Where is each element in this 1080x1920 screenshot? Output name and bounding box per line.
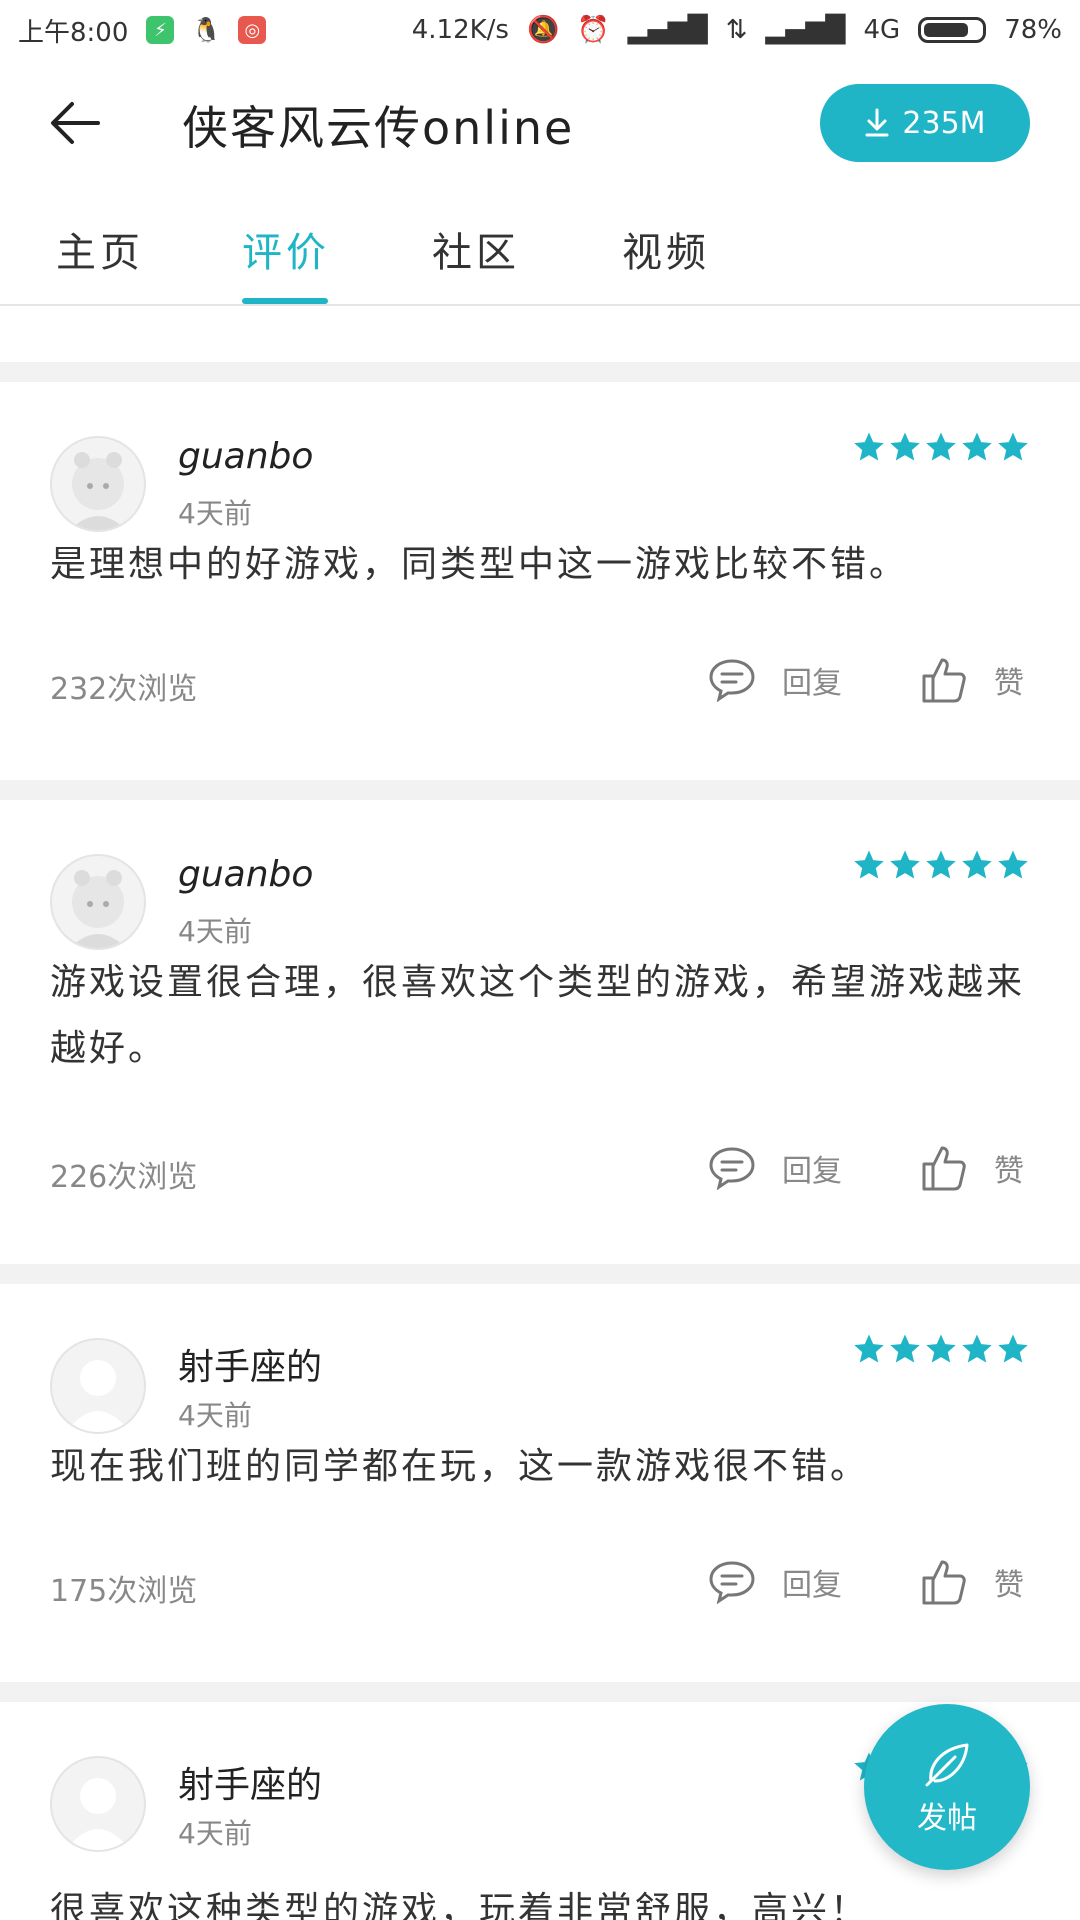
new-post-label: 发帖 (917, 1801, 977, 1836)
page-title: 侠客风云传online (182, 101, 575, 155)
review-username[interactable]: 射手座的 (178, 1338, 322, 1390)
battery-saver-app-icon: ⚡ (146, 16, 175, 44)
new-post-button[interactable]: 发帖 (864, 1704, 1030, 1870)
back-arrow-icon[interactable] (48, 98, 104, 148)
avatar[interactable] (50, 1338, 146, 1434)
battery-icon (918, 17, 987, 43)
star-icon (854, 1334, 884, 1363)
tab-home[interactable]: 主页 (56, 220, 144, 278)
divider (0, 362, 1080, 382)
star-icon (962, 432, 992, 461)
divider (0, 1682, 1080, 1702)
status-time: 上午8:00 (18, 17, 129, 48)
review-content[interactable]: 是理想中的好游戏，同类型中这一游戏比较不错。 (50, 532, 1030, 598)
star-icon (998, 1334, 1028, 1363)
reply-button[interactable]: 回复 (708, 1560, 842, 1604)
divider (0, 780, 1080, 800)
star-rating (852, 848, 1030, 882)
review-content[interactable]: 游戏设置很合理，很喜欢这个类型的游戏，希望游戏越来越好。 (50, 950, 1030, 1082)
download-button[interactable]: 235M (820, 84, 1030, 162)
thumbs-up-icon (922, 658, 966, 703)
view-count: 232次浏览 (50, 672, 198, 707)
reply-button[interactable]: 回复 (708, 1146, 842, 1190)
star-rating (852, 430, 1030, 464)
comment-icon (709, 659, 755, 702)
view-count: 175次浏览 (50, 1574, 198, 1609)
qq-app-icon: 🐧 (191, 16, 222, 44)
review-username[interactable]: 射手座的 (178, 1756, 322, 1808)
download-size: 235M (902, 105, 986, 141)
review-card: guanbo 4天前 是理想中的好游戏，同类型中这一游戏比较不错。 232次浏览… (0, 382, 1080, 780)
reply-label: 回复 (782, 1568, 842, 1603)
avatar[interactable] (50, 1756, 146, 1852)
comment-icon (709, 1561, 755, 1604)
reply-label: 回复 (782, 1154, 842, 1189)
star-icon (926, 432, 956, 461)
review-time: 4天前 (178, 497, 252, 530)
battery-percent: 78% (1004, 15, 1062, 45)
review-time: 4天前 (178, 915, 252, 948)
star-icon (998, 850, 1028, 879)
tab-bar: 主页 评价 社区 视频 (0, 190, 1080, 306)
network-type: 4G (863, 15, 901, 45)
active-tab-indicator (242, 298, 328, 304)
review-card: 射手座的 4天前 现在我们班的同学都在玩，这一款游戏很不错。 175次浏览 回复… (0, 1284, 1080, 1682)
like-button[interactable]: 赞 (920, 1144, 1024, 1192)
like-button[interactable]: 赞 (920, 1558, 1024, 1606)
like-button[interactable]: 赞 (920, 656, 1024, 704)
app-header: 侠客风云传online 235M (0, 60, 1080, 190)
star-icon (962, 1334, 992, 1363)
alarm-icon: ⏰ (577, 15, 610, 45)
review-card: guanbo 4天前 游戏设置很合理，很喜欢这个类型的游戏，希望游戏越来越好。 … (0, 800, 1080, 1264)
thumbs-up-icon (922, 1560, 966, 1605)
data-transfer-icon: ⇅ (725, 15, 748, 45)
like-label: 赞 (994, 666, 1024, 701)
status-bar: 上午8:00 ⚡ 🐧 ◎ 4.12K/s 🔕 ⏰ ▂▄▆█ ⇅ ▂▄▆█ 4G … (0, 0, 1080, 60)
tab-community[interactable]: 社区 (432, 220, 520, 278)
review-content[interactable]: 很喜欢这种类型的游戏，玩着非常舒服，高兴！ (50, 1878, 1030, 1920)
star-icon (926, 1334, 956, 1363)
review-username[interactable]: guanbo (178, 436, 313, 477)
avatar[interactable] (50, 436, 146, 532)
star-icon (854, 850, 884, 879)
net-speed: 4.12K/s (411, 15, 509, 45)
reply-label: 回复 (782, 666, 842, 701)
review-time: 4天前 (178, 1399, 252, 1432)
star-icon (926, 850, 956, 879)
view-count: 226次浏览 (50, 1160, 198, 1195)
signal-icon: ▂▄▆█ (627, 15, 708, 45)
music-app-icon: ◎ (238, 16, 267, 44)
star-icon (890, 432, 920, 461)
like-label: 赞 (994, 1154, 1024, 1189)
star-icon (854, 432, 884, 461)
avatar[interactable] (50, 854, 146, 950)
tab-reviews[interactable]: 评价 (242, 220, 330, 278)
reply-button[interactable]: 回复 (708, 658, 842, 702)
feather-pen-icon (925, 1743, 969, 1787)
tab-videos[interactable]: 视频 (622, 220, 710, 278)
star-icon (890, 1334, 920, 1363)
comment-icon (709, 1147, 755, 1190)
signal-icon-2: ▂▄▆█ (765, 15, 846, 45)
review-time: 4天前 (178, 1817, 252, 1850)
review-username[interactable]: guanbo (178, 854, 313, 895)
download-icon (865, 108, 889, 137)
star-icon (962, 850, 992, 879)
review-content[interactable]: 现在我们班的同学都在玩，这一款游戏很不错。 (50, 1434, 1030, 1500)
star-icon (890, 850, 920, 879)
divider (0, 1264, 1080, 1284)
star-rating (852, 1332, 1030, 1366)
thumbs-up-icon (922, 1146, 966, 1191)
mute-icon: 🔕 (526, 15, 560, 45)
star-icon (998, 432, 1028, 461)
like-label: 赞 (994, 1568, 1024, 1603)
